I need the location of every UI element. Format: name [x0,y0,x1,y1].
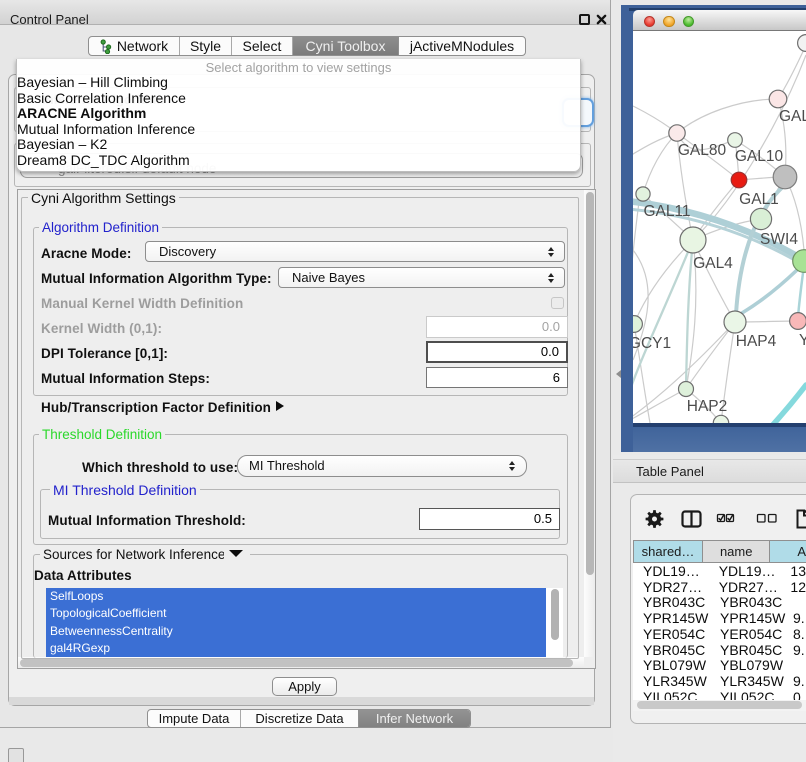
svg-text:HAP4: HAP4 [736,333,777,350]
svg-text:GCY1: GCY1 [633,335,671,352]
svg-text:HAP2: HAP2 [687,398,728,415]
svg-text:GAL80: GAL80 [678,142,727,159]
svg-text:SWI4: SWI4 [760,231,798,248]
svg-text:GAL7: GAL7 [779,108,806,125]
svg-text:YD: YD [799,332,806,349]
svg-text:GAL10: GAL10 [735,148,784,165]
svg-text:GAL4: GAL4 [693,255,733,272]
svg-text:GAL1: GAL1 [739,191,779,208]
svg-text:GAL11: GAL11 [643,203,690,220]
